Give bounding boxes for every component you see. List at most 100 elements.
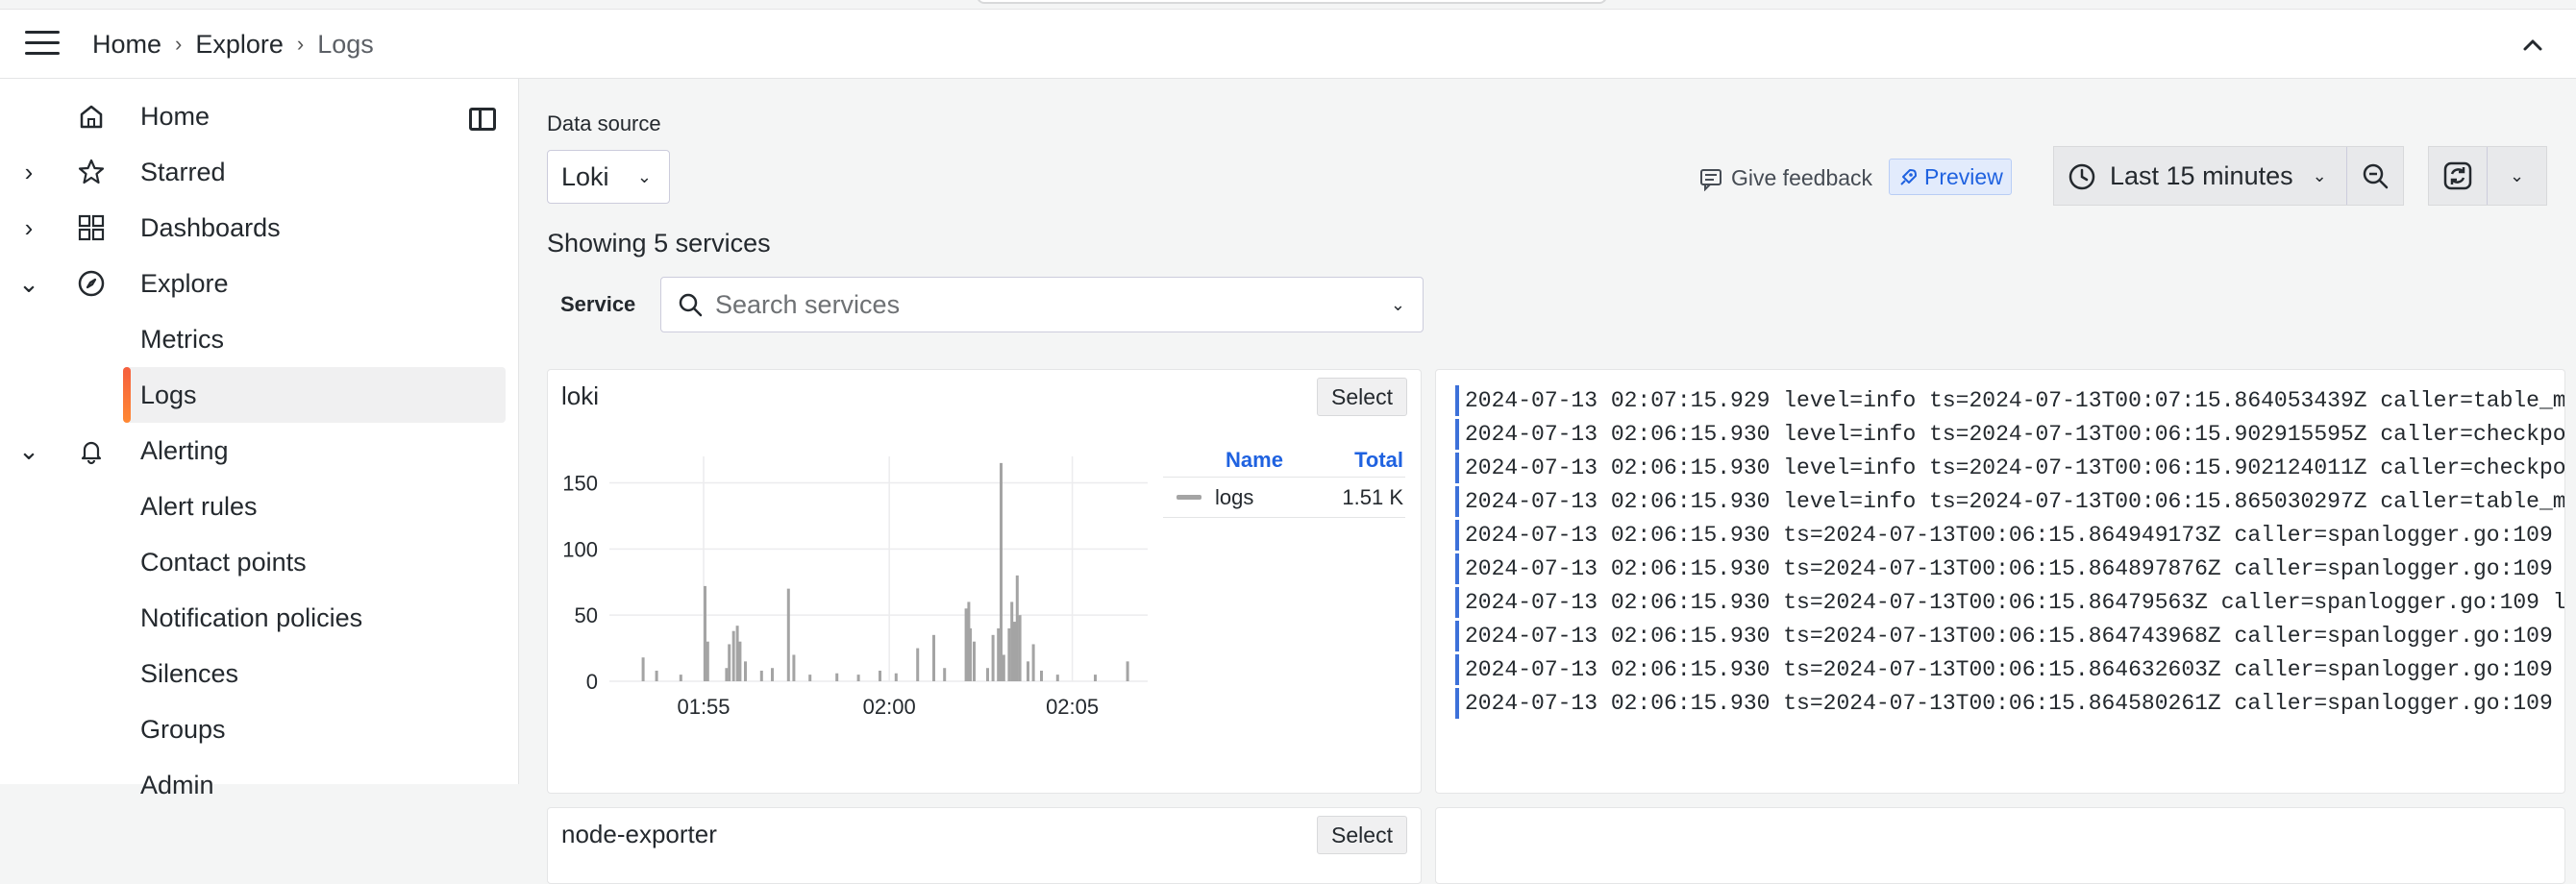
- breadcrumb-explore[interactable]: Explore: [195, 30, 284, 60]
- chevron-right-icon[interactable]: ›: [17, 158, 40, 186]
- chart-bar: [792, 654, 796, 681]
- breadcrumb: Home › Explore › Logs: [92, 10, 374, 79]
- x-tick-label: 01:55: [677, 695, 730, 719]
- chart-bar: [1040, 670, 1043, 681]
- chart-bar: [1000, 462, 1003, 681]
- x-tick-label: 02:05: [1046, 695, 1099, 719]
- refresh-interval-dropdown[interactable]: ⌄: [2488, 147, 2546, 205]
- time-range-label: Last 15 minutes: [2110, 160, 2293, 190]
- breadcrumb-home[interactable]: Home: [92, 30, 161, 60]
- log-line[interactable]: 2024-07-13 02:06:15.930 ts=2024-07-13T00…: [1455, 654, 2564, 685]
- feedback-label: Give feedback: [1731, 165, 1873, 190]
- zoom-out-button[interactable]: [2347, 147, 2403, 205]
- chart-bar: [759, 670, 763, 681]
- sidebar-item-label: Alerting: [140, 435, 229, 465]
- legend-header: Name Total: [1163, 443, 1405, 478]
- sidebar-item-dashboards[interactable]: › Dashboards: [0, 200, 506, 256]
- datasource-select[interactable]: Loki ⌄: [547, 150, 670, 204]
- chart-bar: [1031, 644, 1035, 681]
- log-line[interactable]: 2024-07-13 02:06:15.930 ts=2024-07-13T00…: [1455, 688, 2564, 719]
- sidebar-item-metrics[interactable]: Metrics: [0, 311, 506, 367]
- give-feedback-link[interactable]: Give feedback: [1698, 165, 1872, 191]
- log-line[interactable]: 2024-07-13 02:06:15.930 ts=2024-07-13T00…: [1455, 520, 2564, 551]
- log-line[interactable]: 2024-07-13 02:06:15.930 level=info ts=20…: [1455, 419, 2564, 450]
- select-button[interactable]: Select: [1317, 816, 1407, 854]
- sidebar-item-home[interactable]: Home: [0, 88, 506, 144]
- chart-bar: [706, 641, 709, 681]
- chart-bar: [835, 673, 839, 681]
- sidebar-item-admin[interactable]: Admin: [0, 757, 506, 813]
- sidebar-item-contact-points[interactable]: Contact points: [0, 534, 506, 590]
- legend-total-header[interactable]: Total: [1307, 448, 1403, 473]
- chart-bar: [786, 588, 790, 681]
- chart-bar: [1002, 654, 1005, 681]
- sidebar-item-groups[interactable]: Groups: [0, 701, 506, 757]
- sidebar-item-alert-rules[interactable]: Alert rules: [0, 479, 506, 534]
- chart-bar: [1018, 615, 1022, 681]
- chart-grid: [609, 456, 1148, 682]
- chart-bar: [986, 668, 989, 681]
- time-range-button[interactable]: Last 15 minutes ⌄: [2054, 147, 2347, 205]
- menu-icon[interactable]: [25, 31, 60, 58]
- log-lines-panel-node-exporter: [1435, 807, 2565, 884]
- sidebar-item-notification-policies[interactable]: Notification policies: [0, 590, 506, 646]
- chart-bar: [808, 675, 812, 681]
- chart-bar: [744, 661, 747, 681]
- sidebar-item-label: Silences: [140, 658, 239, 688]
- chevron-down-icon: ⌄: [2509, 165, 2525, 185]
- select-button[interactable]: Select: [1317, 378, 1407, 416]
- service-search-input[interactable]: Search services ⌄: [660, 277, 1424, 332]
- chart-bar: [1015, 575, 1019, 681]
- chart-bar: [894, 673, 898, 681]
- legend-name-header[interactable]: Name: [1163, 448, 1307, 473]
- sidebar-item-label: Contact points: [140, 547, 307, 577]
- service-panel-loki: loki Select 150 100 50 0 01:55 02:00 02:05 Nam…: [547, 369, 1422, 794]
- chevron-right-icon[interactable]: ›: [17, 213, 40, 242]
- service-label: Service: [560, 292, 636, 316]
- chart-bar: [964, 608, 968, 681]
- chart-bar: [973, 641, 976, 681]
- chevron-down-icon[interactable]: ⌄: [17, 269, 40, 298]
- sidebar-item-label: Admin: [140, 770, 214, 799]
- log-line[interactable]: 2024-07-13 02:06:15.930 ts=2024-07-13T00…: [1455, 587, 2564, 618]
- chart-bar: [728, 644, 731, 681]
- legend-row[interactable]: logs 1.51 K: [1163, 478, 1405, 518]
- log-line[interactable]: 2024-07-13 02:06:15.930 ts=2024-07-13T00…: [1455, 621, 2564, 651]
- panel-title: loki: [561, 381, 600, 410]
- sidebar-item-logs[interactable]: Logs: [123, 367, 506, 423]
- chart-bar: [856, 675, 860, 681]
- sidebar-item-silences[interactable]: Silences: [0, 646, 506, 701]
- chart-bar: [738, 641, 742, 681]
- log-lines-panel: 2024-07-13 02:07:15.929 level=info ts=20…: [1435, 369, 2565, 794]
- top-strip: [0, 0, 2576, 10]
- chevron-up-icon[interactable]: [2518, 31, 2547, 60]
- sidebar-item-alerting[interactable]: ⌄ Alerting: [0, 423, 506, 479]
- refresh-button[interactable]: [2429, 147, 2489, 205]
- log-line[interactable]: 2024-07-13 02:06:15.930 level=info ts=20…: [1455, 453, 2564, 483]
- series-name: logs: [1215, 484, 1254, 509]
- chevron-right-icon: ›: [296, 32, 305, 56]
- log-line[interactable]: 2024-07-13 02:06:15.930 ts=2024-07-13T00…: [1455, 553, 2564, 584]
- log-line[interactable]: 2024-07-13 02:06:15.930 level=info ts=20…: [1455, 486, 2564, 517]
- chevron-down-icon[interactable]: ⌄: [17, 436, 40, 465]
- sidebar-item-label: Logs: [140, 380, 197, 409]
- search-icon: [679, 293, 703, 317]
- sidebar-item-label: Starred: [140, 157, 226, 186]
- preview-label: Preview: [1924, 163, 2003, 189]
- refresh-icon: [2443, 161, 2472, 190]
- sidebar-item-label: Alert rules: [140, 491, 258, 521]
- services-count: Showing 5 services: [547, 229, 771, 258]
- clock-icon: [2068, 163, 2095, 190]
- sidebar-item-explore[interactable]: ⌄ Explore: [0, 256, 506, 311]
- service-search-placeholder: Search services: [715, 289, 901, 319]
- sidebar-item-starred[interactable]: › Starred: [0, 144, 506, 200]
- chevron-down-icon: ⌄: [2312, 165, 2327, 185]
- refresh-picker: ⌄: [2428, 146, 2547, 206]
- sidebar: Home › Starred › Dashboards ⌄ Explore Metrics Lo…: [0, 79, 519, 799]
- global-search-stub[interactable]: [977, 0, 1607, 4]
- zoom-out-icon: [2363, 163, 2388, 189]
- chart-bar: [997, 627, 1001, 681]
- chart-bar: [1010, 602, 1014, 681]
- log-line[interactable]: 2024-07-13 02:07:15.929 level=info ts=20…: [1455, 385, 2564, 416]
- chart-bar: [735, 626, 739, 681]
